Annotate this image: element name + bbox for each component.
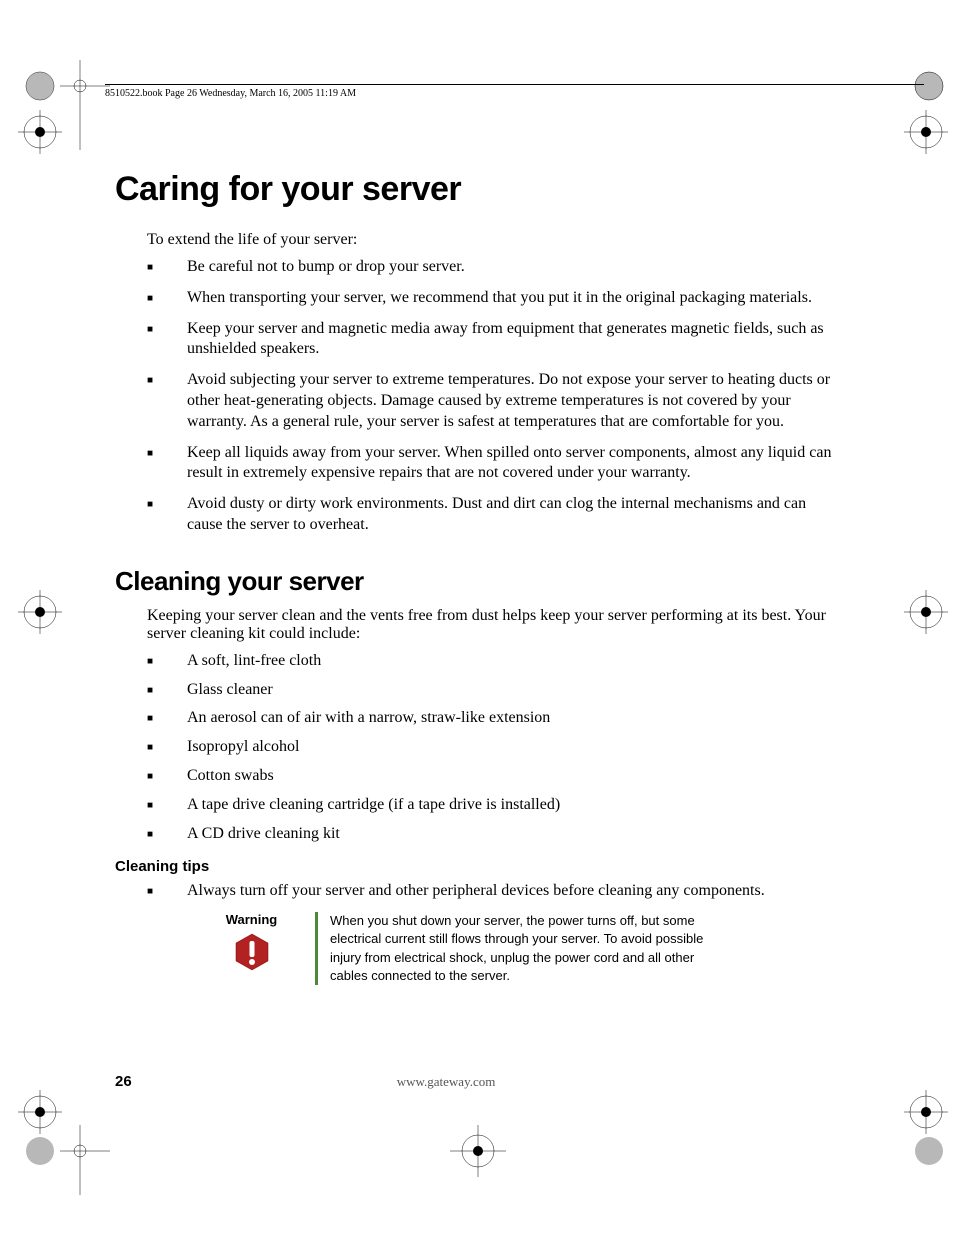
intro-paragraph-2: Keeping your server clean and the vents … [147,607,845,643]
list-item: Always turn off your server and other pe… [147,881,845,902]
footer-url: www.gateway.com [397,1074,496,1090]
list-item: When transporting your server, we recomm… [147,288,845,309]
list-item: Avoid subjecting your server to extreme … [147,370,845,432]
list-item: Keep all liquids away from your server. … [147,443,845,485]
header-rule [105,84,924,85]
page-footer: 26 www.gateway.com [115,1073,845,1090]
intro-paragraph-1: To extend the life of your server: [147,231,845,249]
tips-bullet-list: Always turn off your server and other pe… [147,881,845,902]
subsection-heading-tips: Cleaning tips [115,858,845,875]
header-text: 8510522.book Page 26 Wednesday, March 16… [105,88,356,99]
list-item: A soft, lint-free cloth [147,651,845,672]
list-item: Isopropyl alcohol [147,737,845,758]
kit-bullet-list: A soft, lint-free cloth Glass cleaner An… [147,651,845,845]
warning-text: When you shut down your server, the powe… [330,912,845,985]
warning-callout: Warning When you shut down your server, … [200,912,845,985]
crop-mark-bottom-left-2 [20,1125,110,1215]
crop-mark-center-left [18,590,68,640]
warning-icon [235,933,269,971]
list-item: An aerosol can of air with a narrow, str… [147,708,845,729]
list-item: Cotton swabs [147,766,845,787]
crop-mark-bottom-center [450,1125,510,1185]
list-item: Avoid dusty or dirty work environments. … [147,494,845,536]
crop-mark-center-right [904,590,954,640]
page-title: Caring for your server [115,170,845,209]
crop-mark-mid-right [904,110,954,160]
page-content: Caring for your server To extend the lif… [115,170,845,985]
list-item: Glass cleaner [147,680,845,701]
care-bullet-list: Be careful not to bump or drop your serv… [147,257,845,536]
list-item: Be careful not to bump or drop your serv… [147,257,845,278]
list-item: Keep your server and magnetic media away… [147,319,845,361]
crop-mark-bottom-right-2 [889,1125,949,1185]
list-item: A tape drive cleaning cartridge (if a ta… [147,795,845,816]
warning-label: Warning [200,912,303,927]
warning-divider [315,912,318,985]
crop-mark-mid-left [18,110,68,160]
page-number: 26 [115,1073,132,1090]
list-item: A CD drive cleaning kit [147,824,845,845]
section-heading-cleaning: Cleaning your server [115,566,845,597]
